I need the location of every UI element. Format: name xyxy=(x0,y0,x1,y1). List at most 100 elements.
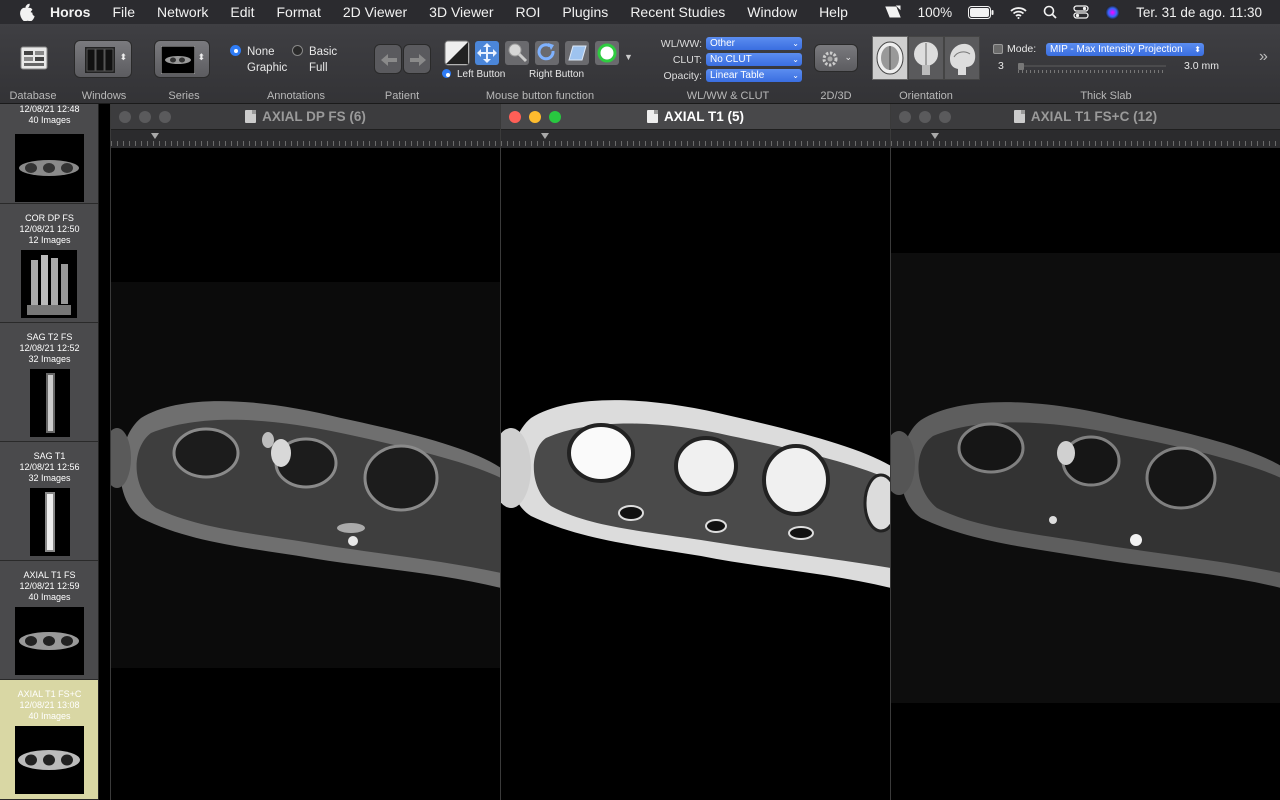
thick-slab-mode-select[interactable]: MIP - Max Intensity Projection ⬍ xyxy=(1046,43,1204,56)
menu-help[interactable]: Help xyxy=(819,4,848,20)
orientation-axial-button[interactable] xyxy=(872,36,908,80)
patient-group: Patient xyxy=(370,24,434,104)
slice-marker[interactable] xyxy=(151,133,159,139)
zoom-tool-icon[interactable] xyxy=(504,40,530,66)
series-count: 32 Images xyxy=(28,354,71,364)
chevron-updown-icon: ⬍ xyxy=(1194,45,1201,54)
minimize-button[interactable] xyxy=(919,111,931,123)
viewer-axial-dp-fs[interactable]: AXIAL DP FS (6) xyxy=(110,104,500,800)
windows-tile-icon xyxy=(85,47,115,73)
clut-label: CLUT: xyxy=(672,54,702,66)
menu-3d-viewer[interactable]: 3D Viewer xyxy=(429,4,493,20)
series-title: AXIAL T1 FS+C xyxy=(17,689,82,699)
viewer-title: AXIAL T1 (5) xyxy=(663,109,744,124)
siri-icon[interactable] xyxy=(1105,5,1120,20)
orientation-sagittal-button[interactable] xyxy=(944,36,980,80)
menu-recent-studies[interactable]: Recent Studies xyxy=(630,4,725,20)
menu-format[interactable]: Format xyxy=(277,4,321,20)
rotate-tool-icon[interactable] xyxy=(534,40,560,66)
menu-roi[interactable]: ROI xyxy=(516,4,541,20)
orientation-coronal-button[interactable] xyxy=(908,36,944,80)
thick-slab-slider[interactable] xyxy=(1018,63,1166,73)
annotation-full-radio[interactable]: Full xyxy=(292,61,328,74)
zoom-button[interactable] xyxy=(939,111,951,123)
menu-window[interactable]: Window xyxy=(747,4,797,20)
series-item[interactable]: SAG T1 12/08/21 12:56 32 Images xyxy=(0,442,98,561)
viewer-titlebar[interactable]: AXIAL T1 FS+C (12) xyxy=(891,104,1280,130)
series-date: 12/08/21 12:52 xyxy=(19,343,80,353)
next-patient-button[interactable] xyxy=(403,44,431,74)
annotation-none-radio[interactable]: None xyxy=(230,45,275,58)
app-menu[interactable]: Horos xyxy=(50,4,90,20)
clock[interactable]: Ter. 31 de ago. 11:30 xyxy=(1136,5,1262,20)
series-item[interactable]: COR DP FS 12/08/21 12:50 12 Images xyxy=(0,204,98,323)
slice-ruler[interactable] xyxy=(111,130,500,148)
thick-slab-mode-value: MIP - Max Intensity Projection xyxy=(1050,44,1183,55)
close-button[interactable] xyxy=(509,111,521,123)
series-group: ⬍ Series xyxy=(152,24,216,104)
menu-2d-viewer[interactable]: 2D Viewer xyxy=(343,4,407,20)
menu-file[interactable]: File xyxy=(112,4,135,20)
minimize-button[interactable] xyxy=(529,111,541,123)
series-item[interactable]: 12/08/21 12:48 40 Images xyxy=(0,104,98,204)
2d3d-group: ⌄ 2D/3D xyxy=(810,24,862,104)
wlww-tool-icon[interactable] xyxy=(444,40,470,66)
2d3d-button[interactable]: ⌄ xyxy=(814,44,858,72)
image-canvas[interactable] xyxy=(501,148,890,800)
series-label: Series xyxy=(168,90,200,102)
viewer-axial-t1[interactable]: AXIAL T1 (5) xyxy=(500,104,890,800)
previous-patient-button[interactable] xyxy=(374,44,402,74)
notification-icon[interactable] xyxy=(884,5,902,19)
series-button[interactable]: ⬍ xyxy=(154,40,210,78)
series-item-selected[interactable]: AXIAL T1 FS+C 12/08/21 13:08 40 Images xyxy=(0,680,98,800)
close-button[interactable] xyxy=(119,111,131,123)
left-button-radio[interactable]: Left Button xyxy=(442,69,505,80)
close-button[interactable] xyxy=(899,111,911,123)
opacity-select[interactable]: Linear Table ⌄ xyxy=(706,69,802,82)
move-tool-icon[interactable] xyxy=(474,40,500,66)
toolbar-overflow-icon[interactable]: » xyxy=(1259,48,1268,66)
viewer-titlebar[interactable]: AXIAL DP FS (6) xyxy=(111,104,500,130)
windows-tile-button[interactable]: ⬍ xyxy=(74,40,132,78)
series-item[interactable]: SAG T2 FS 12/08/21 12:52 32 Images xyxy=(0,323,98,442)
slice-ruler[interactable] xyxy=(891,130,1280,148)
image-canvas[interactable] xyxy=(111,148,500,800)
battery-icon[interactable] xyxy=(968,5,994,19)
scroll-tool-icon[interactable] xyxy=(564,40,590,66)
series-count: 40 Images xyxy=(28,711,71,721)
apple-icon[interactable] xyxy=(18,3,36,21)
brain-coronal-icon xyxy=(914,42,938,75)
opacity-label: Opacity: xyxy=(663,70,702,82)
right-button-radio[interactable]: Right Button xyxy=(514,69,584,80)
zoom-button[interactable] xyxy=(549,111,561,123)
minimize-button[interactable] xyxy=(139,111,151,123)
control-center-icon[interactable] xyxy=(1073,5,1089,19)
viewer-titlebar[interactable]: AXIAL T1 (5) xyxy=(501,104,890,130)
search-icon[interactable] xyxy=(1043,5,1057,19)
database-group[interactable]: Database xyxy=(4,24,62,104)
database-icon[interactable] xyxy=(20,46,48,70)
series-item[interactable]: AXIAL T1 FS 12/08/21 12:59 40 Images xyxy=(0,561,98,680)
thick-slab-slider-thumb[interactable] xyxy=(1018,63,1024,70)
roi-oval-tool-icon[interactable] xyxy=(594,40,620,66)
tool-menu-arrow-icon[interactable]: ▼ xyxy=(624,52,633,62)
wlww-select[interactable]: Other ⌄ xyxy=(706,37,802,50)
slice-marker[interactable] xyxy=(541,133,549,139)
menu-plugins[interactable]: Plugins xyxy=(562,4,608,20)
image-canvas[interactable] xyxy=(891,148,1280,800)
wifi-icon[interactable] xyxy=(1010,6,1027,19)
thick-slab-checkbox[interactable] xyxy=(993,44,1003,54)
menu-network[interactable]: Network xyxy=(157,4,208,20)
zoom-button[interactable] xyxy=(159,111,171,123)
series-count: 40 Images xyxy=(28,592,71,602)
viewer-axial-t1-fs-c[interactable]: AXIAL T1 FS+C (12) xyxy=(890,104,1280,800)
slice-ruler[interactable] xyxy=(501,130,890,148)
annotation-graphic-radio[interactable]: Graphic xyxy=(230,61,287,74)
mri-image xyxy=(501,400,890,588)
slice-marker[interactable] xyxy=(931,133,939,139)
series-date: 12/08/21 12:59 xyxy=(19,581,80,591)
annotation-basic-radio[interactable]: Basic xyxy=(292,45,337,58)
menu-edit[interactable]: Edit xyxy=(230,4,254,20)
annotation-graphic-label: Graphic xyxy=(247,62,288,74)
clut-select[interactable]: No CLUT ⌄ xyxy=(706,53,802,66)
